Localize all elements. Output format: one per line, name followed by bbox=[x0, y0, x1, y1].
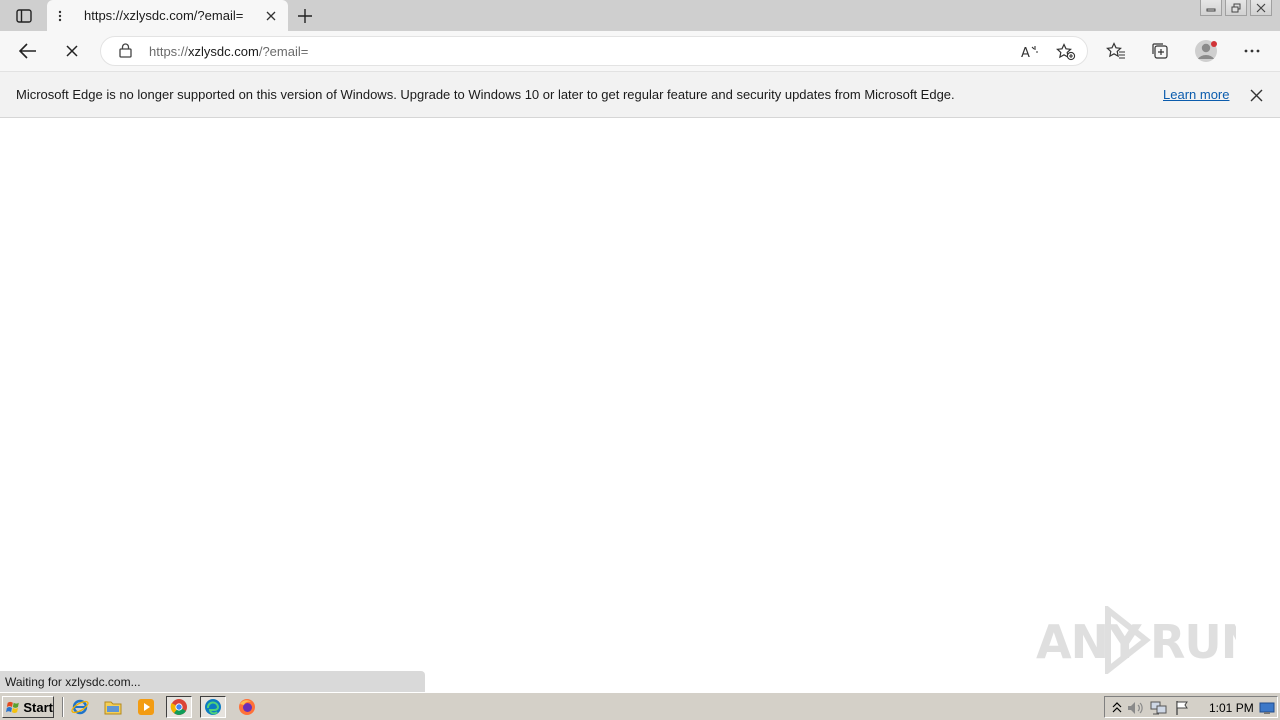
back-icon[interactable] bbox=[13, 36, 43, 66]
lock-icon[interactable] bbox=[119, 43, 132, 63]
network-icon[interactable] bbox=[1150, 699, 1168, 717]
url-path: /?email= bbox=[258, 44, 309, 59]
minimize-icon[interactable] bbox=[1200, 0, 1222, 16]
window-controls bbox=[1200, 0, 1272, 18]
tab-strip: https://xzlysdc.com/?email= bbox=[0, 0, 1280, 31]
read-aloud-icon[interactable]: A bbox=[1018, 40, 1042, 64]
settings-more-icon[interactable] bbox=[1237, 36, 1267, 66]
svg-text:A: A bbox=[1021, 46, 1030, 60]
system-tray: 1:01 PM bbox=[1104, 696, 1278, 718]
tab-title: https://xzlysdc.com/?email= bbox=[84, 8, 244, 23]
url-scheme: https:// bbox=[149, 44, 189, 59]
restore-icon[interactable] bbox=[1225, 0, 1247, 16]
chrome-icon[interactable] bbox=[166, 696, 192, 718]
url-text[interactable]: https://xzlysdc.com/?email= bbox=[149, 44, 308, 59]
taskbar-separator bbox=[62, 697, 64, 717]
infobar-close-icon[interactable] bbox=[1246, 85, 1266, 105]
watermark-text-right: RUN bbox=[1150, 615, 1236, 669]
tab-options-icon[interactable] bbox=[53, 6, 67, 26]
show-desktop-icon[interactable] bbox=[1258, 699, 1276, 717]
show-hidden-icons-icon[interactable] bbox=[1108, 699, 1126, 717]
start-button[interactable]: Start bbox=[2, 696, 54, 718]
media-player-icon[interactable] bbox=[133, 696, 159, 718]
edge-icon[interactable] bbox=[200, 696, 226, 718]
active-tab[interactable]: https://xzlysdc.com/?email= bbox=[47, 0, 288, 31]
favorites-icon[interactable] bbox=[1101, 36, 1131, 66]
anyrun-watermark-logo: ANY RUN bbox=[1036, 606, 1236, 674]
infobar-message: Microsoft Edge is no longer supported on… bbox=[16, 87, 955, 102]
internet-explorer-icon[interactable] bbox=[67, 696, 93, 718]
new-tab-icon[interactable] bbox=[293, 4, 317, 28]
action-center-flag-icon[interactable] bbox=[1173, 699, 1191, 717]
taskbar-clock[interactable]: 1:01 PM bbox=[1209, 701, 1254, 715]
collections-icon[interactable] bbox=[1145, 36, 1175, 66]
unsupported-os-infobar: Microsoft Edge is no longer supported on… bbox=[0, 71, 1280, 118]
tab-close-icon[interactable] bbox=[261, 6, 281, 26]
start-label: Start bbox=[23, 699, 53, 715]
status-bubble: Waiting for xzlysdc.com... bbox=[0, 671, 425, 692]
browser-toolbar: https://xzlysdc.com/?email= A bbox=[0, 31, 1280, 71]
learn-more-link[interactable]: Learn more bbox=[1163, 87, 1229, 102]
add-favorite-icon[interactable] bbox=[1054, 40, 1078, 64]
windows-logo-icon bbox=[6, 701, 19, 713]
tab-actions-menu-icon[interactable] bbox=[10, 5, 38, 27]
volume-icon[interactable] bbox=[1127, 699, 1145, 717]
file-explorer-icon[interactable] bbox=[100, 696, 126, 718]
url-host: xzlysdc.com bbox=[188, 44, 259, 59]
address-bar[interactable]: https://xzlysdc.com/?email= A bbox=[100, 36, 1088, 66]
stop-loading-icon[interactable] bbox=[57, 36, 87, 66]
profile-avatar-icon[interactable] bbox=[1191, 36, 1221, 66]
firefox-icon[interactable] bbox=[234, 696, 260, 718]
close-window-icon[interactable] bbox=[1250, 0, 1272, 16]
taskbar: Start 1:01 PM bbox=[0, 692, 1280, 720]
